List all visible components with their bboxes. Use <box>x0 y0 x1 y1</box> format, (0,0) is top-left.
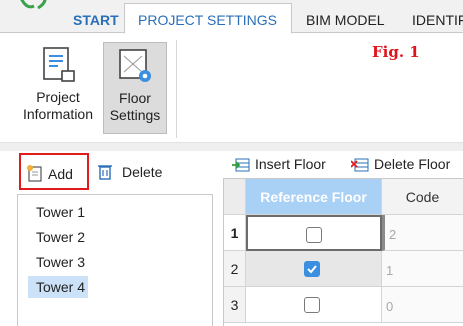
ribbon-body: Project Information Floor Settings Fig. … <box>0 34 463 142</box>
add-tower-button[interactable]: Add <box>19 153 89 190</box>
tower-toolbar: Add Delete <box>17 152 213 190</box>
reference-floor-checkbox-checked[interactable] <box>304 261 320 277</box>
tab-project-settings[interactable]: PROJECT SETTINGS <box>124 3 292 34</box>
delete-row-icon <box>350 157 369 173</box>
add-label: Add <box>48 166 73 182</box>
tower-list-item-selected[interactable]: Tower 4 <box>28 276 88 298</box>
delete-label: Delete <box>122 164 163 180</box>
reference-floor-cell[interactable] <box>246 251 382 287</box>
column-header-reference-floor[interactable]: Reference Floor <box>246 179 382 215</box>
code-cell[interactable]: 1 <box>382 251 463 287</box>
reference-floor-checkbox[interactable] <box>306 227 322 243</box>
floor-panel: Insert Floor Delete Floor Reference Floo… <box>223 152 463 326</box>
document-icon <box>38 45 78 85</box>
ribbon-separator <box>176 40 177 138</box>
column-header-code[interactable]: Code <box>382 179 463 215</box>
ribbon-tab-strip: START PROJECT SETTINGS BIM MODEL IDENTIF <box>0 0 463 34</box>
code-cell[interactable]: 2 <box>382 215 463 251</box>
project-information-label-2: Information <box>22 106 94 122</box>
trash-icon <box>97 163 113 180</box>
insert-floor-label: Insert Floor <box>255 156 326 172</box>
checkmark-icon <box>307 265 317 274</box>
tower-list-item[interactable]: Tower 2 <box>28 226 88 248</box>
row-number[interactable]: 1 <box>224 215 246 251</box>
floor-toolbar: Insert Floor Delete Floor <box>223 152 463 178</box>
tower-list-item[interactable]: Tower 1 <box>28 201 88 223</box>
floor-settings-label-1: Floor <box>119 90 151 106</box>
project-information-label-1: Project <box>36 89 80 105</box>
tab-bim-model[interactable]: BIM MODEL <box>306 12 385 28</box>
delete-floor-label: Delete Floor <box>374 156 451 172</box>
floor-settings-button[interactable]: Floor Settings <box>103 42 167 134</box>
app-window: START PROJECT SETTINGS BIM MODEL IDENTIF… <box>0 0 463 326</box>
tower-list-item[interactable]: Tower 3 <box>28 251 88 273</box>
reference-floor-cell[interactable] <box>246 287 382 323</box>
panel-divider <box>0 142 463 151</box>
grid-corner <box>224 179 246 215</box>
app-logo-icon <box>18 0 52 14</box>
reference-floor-cell[interactable] <box>246 215 382 251</box>
project-information-button[interactable]: Project Information <box>18 42 98 123</box>
floor-grid: Reference Floor Code 1 2 2 1 3 0 <box>223 178 463 326</box>
row-number[interactable]: 3 <box>224 287 246 323</box>
new-document-icon <box>27 165 43 182</box>
floor-settings-gear-icon <box>115 46 155 86</box>
code-cell[interactable]: 0 <box>382 287 463 323</box>
tower-panel: Add Delete Tower 1 Tower 2 Tower 3 Tower… <box>17 152 213 326</box>
tower-list: Tower 1 Tower 2 Tower 3 Tower 4 <box>17 194 213 326</box>
reference-floor-checkbox[interactable] <box>304 297 320 313</box>
floor-settings-label-2: Settings <box>109 107 161 123</box>
insert-row-icon <box>232 157 250 173</box>
row-number[interactable]: 2 <box>224 251 246 287</box>
tab-identify[interactable]: IDENTIF <box>412 12 463 28</box>
tab-start[interactable]: START <box>73 12 119 28</box>
figure-label: Fig. 1 <box>372 43 420 61</box>
